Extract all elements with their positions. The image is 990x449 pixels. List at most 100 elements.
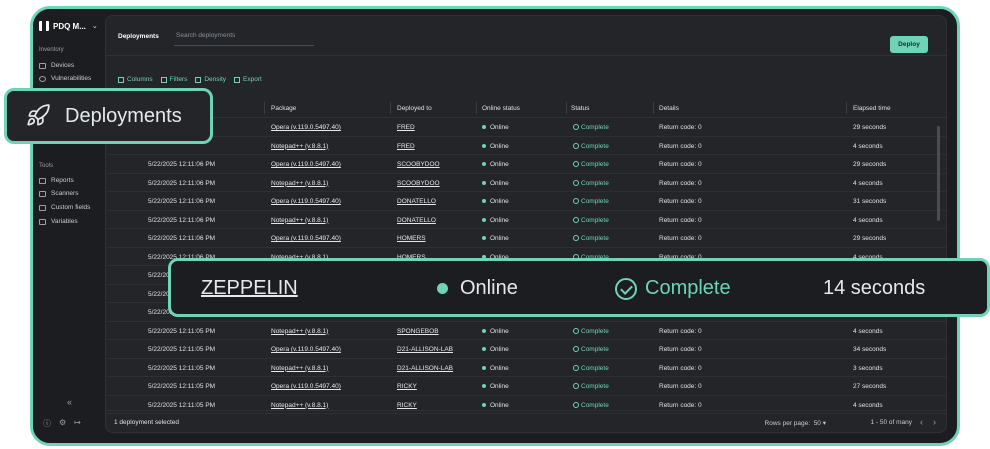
gear-icon[interactable]: ⚙	[59, 418, 66, 429]
cell-package-link-text[interactable]: Notepad++ (v.8.8.1)	[271, 180, 328, 187]
table-row[interactable]: 5/22/2025 12:11:05 PM Opera (v.119.0.5497…	[106, 377, 946, 396]
vertical-scrollbar[interactable]	[937, 126, 940, 221]
search-input[interactable]: Search deployments	[174, 32, 314, 46]
logout-icon[interactable]: ↦	[74, 418, 81, 429]
prev-page-icon[interactable]: ‹	[920, 417, 923, 427]
highlighted-status-label: Complete	[645, 277, 731, 299]
highlighted-deployment-row[interactable]: ZEPPELIN Online Complete 14 seconds	[168, 258, 990, 317]
deploy-button[interactable]: Deploy	[890, 36, 928, 53]
cell-elapsed-time: 4 seconds	[853, 217, 883, 224]
cell-package-link[interactable]: Opera (v.119.0.5497.40)	[271, 198, 341, 205]
deployments-nav-callout[interactable]: Deployments	[4, 88, 213, 144]
cell-host-link-text[interactable]: RICKY	[397, 402, 417, 409]
selection-count: 1 deployment selected	[114, 419, 180, 426]
export-button[interactable]: Export	[234, 76, 262, 83]
cell-host-link[interactable]: HOMERS	[397, 235, 426, 242]
sidebar-item-vulnerabilities[interactable]: Vulnerabilities	[39, 75, 91, 82]
next-page-icon[interactable]: ›	[933, 417, 936, 427]
cell-host-link-text[interactable]: SPONGEBOB	[397, 328, 439, 335]
cell-host-link-text[interactable]: FRED	[397, 143, 415, 150]
sidebar-item-custom-fields[interactable]: Custom fields	[39, 204, 90, 211]
cell-host-link-text[interactable]: SCOOBYDOO	[397, 161, 440, 168]
cell-package-link[interactable]: Opera (v.119.0.5497.40)	[271, 383, 341, 390]
column-header-status[interactable]: Status	[571, 105, 589, 112]
collapse-sidebar-icon[interactable]: «	[67, 397, 72, 407]
cell-package-link-text[interactable]: Opera (v.119.0.5497.40)	[271, 198, 341, 205]
table-row[interactable]: 5/22/2025 12:11:06 PM Notepad++ (v.8.8.1)…	[106, 174, 946, 192]
sidebar-item-reports[interactable]: Reports	[39, 177, 74, 184]
cell-host-link-text[interactable]: RICKY	[397, 383, 417, 390]
cell-host-link[interactable]: RICKY	[397, 383, 417, 390]
table-row[interactable]: Opera (v.119.0.5497.40) FRED Online Complet…	[106, 118, 946, 137]
cell-package-link-text[interactable]: Notepad++ (v.8.8.1)	[271, 365, 328, 372]
cell-status: Complete	[573, 328, 609, 335]
cell-host-link[interactable]: D21-ALLISON-LAB	[397, 346, 453, 353]
table-header: Package Deployed to Online status Status…	[106, 98, 946, 118]
cell-package-link[interactable]: Opera (v.119.0.5497.40)	[271, 161, 341, 168]
table-row[interactable]: Notepad++ (v.8.8.1) FRED Online Complete Ret…	[106, 137, 946, 155]
cell-host-link[interactable]: SCOOBYDOO	[397, 161, 440, 168]
highlighted-host-link[interactable]: ZEPPELIN	[201, 277, 298, 300]
column-header-elapsed-time[interactable]: Elapsed time	[853, 105, 891, 112]
cell-package-link-text[interactable]: Opera (v.119.0.5497.40)	[271, 235, 341, 242]
cell-package-link[interactable]: Opera (v.119.0.5497.40)	[271, 235, 341, 242]
cell-package-link-text[interactable]: Opera (v.119.0.5497.40)	[271, 161, 341, 168]
column-header-details[interactable]: Details	[659, 105, 679, 112]
cell-host-link[interactable]: SPONGEBOB	[397, 328, 439, 335]
column-header-package[interactable]: Package	[271, 105, 296, 112]
cell-package-link[interactable]: Opera (v.119.0.5497.40)	[271, 124, 341, 131]
cell-package-link-text[interactable]: Opera (v.119.0.5497.40)	[271, 383, 341, 390]
cell-package-link-text[interactable]: Notepad++ (v.8.8.1)	[271, 143, 328, 150]
table-row[interactable]: 5/22/2025 12:11:06 PM Opera (v.119.0.5497…	[106, 229, 946, 248]
cell-package-link[interactable]: Notepad++ (v.8.8.1)	[271, 365, 328, 372]
cell-host-link[interactable]: RICKY	[397, 402, 417, 409]
cell-package-link-text[interactable]: Notepad++ (v.8.8.1)	[271, 328, 328, 335]
cell-elapsed-time: 27 seconds	[853, 383, 886, 390]
sidebar-item-variables[interactable]: Variables	[39, 218, 78, 225]
help-icon[interactable]: ⓘ	[43, 418, 51, 429]
cell-host-link-text[interactable]: FRED	[397, 124, 415, 131]
cell-host-link-text[interactable]: DONATELLO	[397, 217, 436, 224]
column-header-online-status[interactable]: Online status	[482, 105, 520, 112]
cell-package-link-text[interactable]: Notepad++ (v.8.8.1)	[271, 217, 328, 224]
cell-package-link[interactable]: Notepad++ (v.8.8.1)	[271, 180, 328, 187]
cell-package-link-text[interactable]: Notepad++ (v.8.8.1)	[271, 402, 328, 409]
table-row[interactable]: 5/22/2025 12:11:05 PM Notepad++ (v.8.8.1)…	[106, 359, 946, 377]
cell-details-text: Return code: 0	[659, 142, 702, 150]
cell-package-link[interactable]: Notepad++ (v.8.8.1)	[271, 402, 328, 409]
workspace-switcher[interactable]: PDQ M... ⌄	[39, 21, 98, 31]
cell-package-link[interactable]: Opera (v.119.0.5497.40)	[271, 346, 341, 353]
cell-host-link[interactable]: SCOOBYDOO	[397, 180, 440, 187]
cell-package-link-text[interactable]: Opera (v.119.0.5497.40)	[271, 346, 341, 353]
column-header-deployed-to[interactable]: Deployed to	[397, 105, 432, 112]
sidebar-item-scanners[interactable]: Scanners	[39, 190, 78, 197]
filters-button[interactable]: Filters	[160, 76, 187, 83]
cell-host-link[interactable]: FRED	[397, 124, 415, 131]
cell-package-link-text[interactable]: Opera (v.119.0.5497.40)	[271, 124, 341, 131]
table-footer: 1 deployment selected Rows per page: 50 …	[106, 410, 946, 432]
cell-host-link-text[interactable]: D21-ALLISON-LAB	[397, 365, 453, 372]
cell-host-link[interactable]: DONATELLO	[397, 198, 436, 205]
cell-details: Return code: 0	[659, 402, 702, 409]
cell-host-link[interactable]: D21-ALLISON-LAB	[397, 365, 453, 372]
density-button[interactable]: Density	[195, 76, 226, 83]
sidebar-item-devices[interactable]: Devices	[39, 62, 74, 69]
check-circle-icon	[573, 161, 579, 168]
table-row[interactable]: 5/22/2025 12:11:05 PM Notepad++ (v.8.8.1)…	[106, 322, 946, 340]
cell-host-link-text[interactable]: D21-ALLISON-LAB	[397, 346, 453, 353]
columns-button[interactable]: Columns	[118, 76, 153, 83]
table-row[interactable]: 5/22/2025 12:11:06 PM Opera (v.119.0.5497…	[106, 192, 946, 211]
table-row[interactable]: 5/22/2025 12:11:06 PM Notepad++ (v.8.8.1)…	[106, 211, 946, 229]
cell-host-link-text[interactable]: HOMERS	[397, 235, 426, 242]
cell-host-link-text[interactable]: SCOOBYDOO	[397, 180, 440, 187]
cell-host-link[interactable]: FRED	[397, 143, 415, 150]
cell-package-link[interactable]: Notepad++ (v.8.8.1)	[271, 143, 328, 150]
table-row[interactable]: 5/22/2025 12:11:05 PM Opera (v.119.0.5497…	[106, 340, 946, 359]
cell-package-link[interactable]: Notepad++ (v.8.8.1)	[271, 328, 328, 335]
cell-package-link[interactable]: Notepad++ (v.8.8.1)	[271, 217, 328, 224]
cell-host-link-text[interactable]: DONATELLO	[397, 198, 436, 205]
cell-status: Complete	[573, 402, 609, 409]
table-row[interactable]: 5/22/2025 12:11:06 PM Opera (v.119.0.5497…	[106, 155, 946, 174]
rows-per-page[interactable]: Rows per page: 50 ▾	[765, 419, 826, 427]
cell-host-link[interactable]: DONATELLO	[397, 217, 436, 224]
